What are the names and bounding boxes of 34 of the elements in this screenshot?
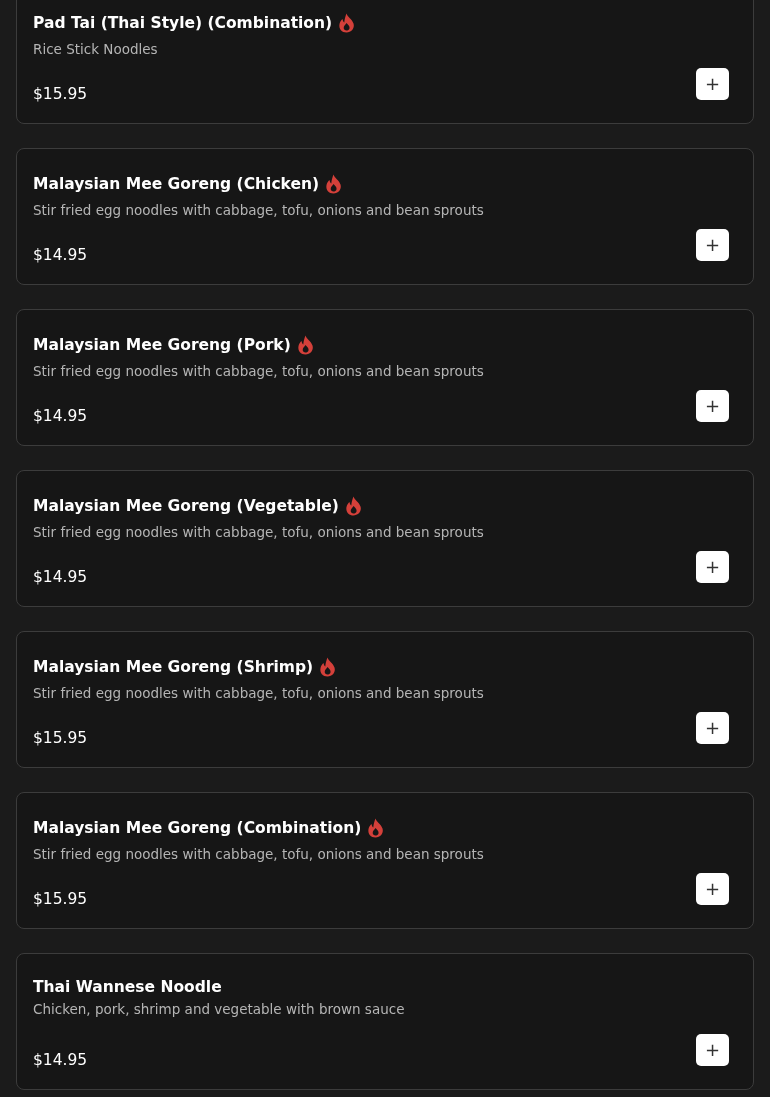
item-name: Malaysian Mee Goreng (Chicken) bbox=[33, 175, 320, 193]
add-button[interactable]: + bbox=[696, 873, 729, 905]
item-description: Stir fried egg noodles with cabbage, tofu, onions and bean sprouts bbox=[33, 524, 485, 540]
item-description: Stir fried egg noodles with cabbage, tofu, onions and bean sprouts bbox=[33, 363, 485, 379]
add-button[interactable]: + bbox=[696, 68, 729, 100]
item-name: Pad Tai (Thai Style) (Combination) bbox=[33, 14, 333, 32]
flame-icon bbox=[296, 335, 314, 355]
item-name: Thai Wannese Noodle bbox=[33, 978, 222, 996]
item-name: Malaysian Mee Goreng (Vegetable) bbox=[33, 497, 339, 515]
item-price: $14.95 bbox=[33, 1050, 89, 1070]
item-name: Malaysian Mee Goreng (Pork) bbox=[33, 336, 291, 354]
item-description: Stir fried egg noodles with cabbage, tofu, onions and bean sprouts bbox=[33, 202, 485, 218]
flame-icon bbox=[325, 174, 343, 194]
item-description: Rice Stick Noodles bbox=[33, 41, 159, 57]
item-price: $14.95 bbox=[33, 406, 89, 426]
item-price: $14.95 bbox=[33, 245, 89, 265]
flame-icon bbox=[338, 13, 356, 33]
add-button[interactable]: + bbox=[696, 551, 729, 583]
item-price: $14.95 bbox=[33, 567, 89, 587]
add-button[interactable]: + bbox=[696, 1034, 729, 1066]
item-price: $15.95 bbox=[33, 84, 89, 104]
item-price: $15.95 bbox=[33, 728, 89, 748]
item-description: Stir fried egg noodles with cabbage, tofu, onions and bean sprouts bbox=[33, 685, 485, 701]
item-price: $15.95 bbox=[33, 889, 89, 909]
flame-icon bbox=[344, 496, 362, 516]
item-description: Stir fried egg noodles with cabbage, tofu, onions and bean sprouts bbox=[33, 846, 485, 862]
add-button[interactable]: + bbox=[696, 229, 729, 261]
add-button[interactable]: + bbox=[696, 390, 729, 422]
item-name: Malaysian Mee Goreng (Shrimp) bbox=[33, 658, 314, 676]
add-button[interactable]: + bbox=[696, 712, 729, 744]
flame-icon bbox=[367, 818, 385, 838]
item-name: Malaysian Mee Goreng (Combination) bbox=[33, 819, 362, 837]
flame-icon bbox=[319, 657, 337, 677]
item-description: Chicken, pork, shrimp and vegetable with brown sauce bbox=[33, 1001, 406, 1017]
